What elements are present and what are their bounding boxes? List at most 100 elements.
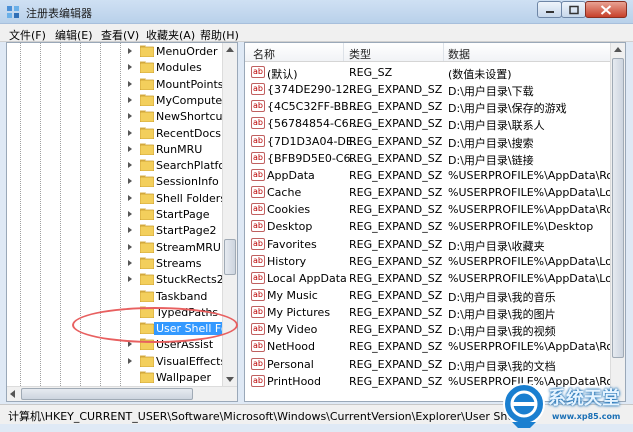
tree-horizontal-scrollbar[interactable] xyxy=(7,386,237,401)
tree-item[interactable]: Taskband xyxy=(7,289,227,305)
value-row[interactable]: ab My Music REG_EXPAND_SZ D:\用户目录\我的音乐 xyxy=(245,287,615,304)
expand-arrow-icon[interactable] xyxy=(128,357,132,364)
tree-item[interactable]: MountPoints2 xyxy=(7,77,231,93)
value-type: REG_EXPAND_SZ xyxy=(349,186,443,200)
column-header-name[interactable]: 名称 xyxy=(253,46,275,62)
value-row[interactable]: ab Local AppData REG_EXPAND_SZ %USERPROFILE… xyxy=(245,270,615,287)
tree-item[interactable]: Wallpaper xyxy=(7,370,227,386)
tree-hscroll-thumb[interactable] xyxy=(21,388,193,400)
menu-view[interactable]: 查看(V) xyxy=(101,27,139,43)
tree-item-label: Wallpaper xyxy=(156,371,212,384)
tree-item[interactable]: SearchPlatform xyxy=(7,158,237,174)
tree-item[interactable]: Modules xyxy=(7,60,227,76)
menu-favorites[interactable]: 收藏夹(A) xyxy=(146,27,195,43)
tree-item[interactable]: Streams xyxy=(7,256,227,272)
value-row[interactable]: ab Favorites REG_EXPAND_SZ D:\用户目录\收藏夹 xyxy=(245,236,615,253)
expand-arrow-icon[interactable] xyxy=(128,145,132,152)
string-value-icon: ab xyxy=(251,323,265,336)
expand-arrow-icon[interactable] xyxy=(128,243,132,250)
column-divider[interactable] xyxy=(443,43,444,61)
expand-arrow-icon[interactable] xyxy=(128,96,132,103)
watermark-text: 系统天堂 xyxy=(548,388,620,409)
value-name: {BFB9D5E0-C6... xyxy=(267,151,359,165)
folder-icon xyxy=(140,273,154,286)
close-button[interactable] xyxy=(585,1,627,18)
list-scroll-thumb[interactable] xyxy=(612,58,624,358)
scroll-up-arrow-icon[interactable] xyxy=(226,47,234,52)
expand-arrow-icon[interactable] xyxy=(128,194,132,201)
tree-scroll-thumb[interactable] xyxy=(224,239,236,275)
folder-icon xyxy=(140,94,154,106)
menu-edit[interactable]: 编辑(E) xyxy=(55,27,93,43)
value-row[interactable]: ab NetHood REG_EXPAND_SZ %USERPROFILE%\AppD… xyxy=(245,338,615,355)
expand-arrow-icon[interactable] xyxy=(128,276,132,283)
key-tree[interactable]: MenuOrder Modules MountPoints2 MyComputer Ne… xyxy=(6,42,238,402)
value-row[interactable]: ab History REG_EXPAND_SZ %USERPROFILE%\AppD… xyxy=(245,253,615,270)
value-row[interactable]: ab My Pictures REG_EXPAND_SZ D:\用户目录\我的图片 xyxy=(245,304,615,321)
tree-item[interactable]: MyComputer xyxy=(7,93,227,109)
value-type: REG_EXPAND_SZ xyxy=(349,340,443,354)
tree-item[interactable]: RunMRU xyxy=(7,142,227,158)
value-row[interactable]: ab AppData REG_EXPAND_SZ %USERPROFILE%\AppD… xyxy=(245,167,615,184)
tree-vertical-scrollbar[interactable] xyxy=(222,43,237,388)
value-row[interactable]: ab Desktop REG_EXPAND_SZ %USERPROFILE%\Desk… xyxy=(245,218,615,235)
expand-arrow-icon[interactable] xyxy=(128,178,132,185)
list-vertical-scrollbar[interactable] xyxy=(610,43,625,401)
column-header-data[interactable]: 数据 xyxy=(448,46,470,62)
value-row[interactable]: ab Cookies REG_EXPAND_SZ %USERPROFILE%\AppD… xyxy=(245,201,615,218)
value-data: %USERPROFILE%\Desktop xyxy=(448,220,594,234)
tree-item[interactable]: SessionInfo xyxy=(7,174,227,190)
value-type: REG_EXPAND_SZ xyxy=(349,306,443,320)
value-name: {4C5C32FF-BB... xyxy=(267,100,359,114)
expand-arrow-icon[interactable] xyxy=(128,113,132,120)
value-row[interactable]: ab My Video REG_EXPAND_SZ D:\用户目录\我的视频 xyxy=(245,321,615,338)
value-row[interactable]: ab {56784854-C6... REG_EXPAND_SZ D:\用户目录\联系… xyxy=(245,115,615,132)
menu-file[interactable]: 文件(F) xyxy=(9,27,46,43)
expand-arrow-icon[interactable] xyxy=(128,227,132,234)
tree-item[interactable]: NewShortcutHa xyxy=(7,109,237,125)
tree-item[interactable]: StuckRects2 xyxy=(7,272,227,288)
maximize-button[interactable] xyxy=(561,1,586,18)
scroll-up-arrow-icon[interactable] xyxy=(614,47,622,52)
column-divider[interactable] xyxy=(343,43,344,61)
tree-item[interactable]: RecentDocs xyxy=(7,126,227,142)
scroll-left-arrow-icon[interactable] xyxy=(10,390,15,398)
expand-arrow-icon[interactable] xyxy=(128,80,132,87)
value-type: REG_EXPAND_SZ xyxy=(349,374,443,388)
value-row[interactable]: ab (默认) REG_SZ (数值未设置) xyxy=(245,64,615,81)
folder-icon xyxy=(140,110,154,123)
column-header-type[interactable]: 类型 xyxy=(349,46,371,62)
value-row[interactable]: ab Personal REG_EXPAND_SZ D:\用户目录\我的文档 xyxy=(245,356,615,373)
expand-arrow-icon[interactable] xyxy=(128,129,132,136)
menu-bar: 文件(F) 编辑(E) 查看(V) 收藏夹(A) 帮助(H) xyxy=(0,24,633,42)
expand-arrow-icon[interactable] xyxy=(128,211,132,217)
tree-item[interactable]: StreamMRU xyxy=(7,240,227,256)
scroll-down-arrow-icon[interactable] xyxy=(226,377,234,382)
expand-arrow-icon[interactable] xyxy=(128,259,132,266)
expand-arrow-icon[interactable] xyxy=(128,48,132,54)
value-name: AppData xyxy=(267,168,315,182)
tree-item[interactable]: VisualEffects xyxy=(7,354,227,370)
tree-item[interactable]: StartPage xyxy=(7,207,227,223)
folder-icon xyxy=(140,257,154,269)
folder-icon xyxy=(140,159,154,172)
tree-item[interactable]: Shell Folders xyxy=(7,191,227,207)
expand-arrow-icon[interactable] xyxy=(128,64,132,71)
folder-icon xyxy=(140,45,154,57)
value-row[interactable]: ab {BFB9D5E0-C6... REG_EXPAND_SZ D:\用户目录\链接 xyxy=(245,150,615,167)
value-row[interactable]: ab Cache REG_EXPAND_SZ %USERPROFILE%\AppDat… xyxy=(245,184,615,201)
minimize-button[interactable] xyxy=(537,1,562,18)
value-row[interactable]: ab {4C5C32FF-BB... REG_EXPAND_SZ D:\用户目录\保存… xyxy=(245,98,615,115)
value-row[interactable]: ab {374DE290-12... REG_EXPAND_SZ D:\用户目录\下载 xyxy=(245,81,615,98)
menu-help[interactable]: 帮助(H) xyxy=(200,27,239,43)
value-list[interactable]: 名称 类型 数据 ab (默认) REG_SZ (数值未设置) ab {374DE290-… xyxy=(244,42,626,402)
string-value-icon: ab xyxy=(251,117,265,130)
folder-icon xyxy=(140,224,154,237)
tree-item[interactable]: MenuOrder xyxy=(7,44,227,60)
value-row[interactable]: ab {7D1D3A04-DE... REG_EXPAND_SZ D:\用户目录\搜索 xyxy=(245,133,615,150)
value-data: %USERPROFILE%\AppData\Local\ xyxy=(448,254,610,268)
value-name: My Pictures xyxy=(267,306,331,320)
tree-item[interactable]: StartPage2 xyxy=(7,223,227,239)
regedit-icon xyxy=(7,6,19,18)
expand-arrow-icon[interactable] xyxy=(128,162,132,169)
